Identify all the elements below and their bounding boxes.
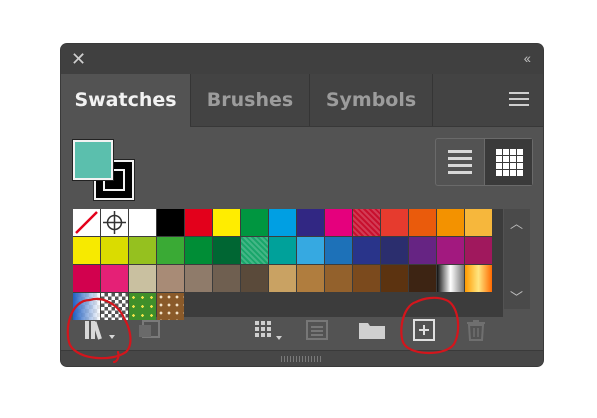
- swatch-color[interactable]: [73, 237, 100, 264]
- tab-symbols[interactable]: Symbols: [310, 74, 432, 126]
- swatch-color[interactable]: [325, 265, 352, 292]
- swatch-grid: [73, 209, 492, 320]
- swatch-color[interactable]: [213, 237, 240, 264]
- swatch-color[interactable]: [297, 265, 324, 292]
- fill-swatch[interactable]: [73, 140, 113, 180]
- chevron-up-icon[interactable]: ︿: [510, 213, 523, 232]
- new-swatch-icon[interactable]: [412, 319, 436, 341]
- swatch-color[interactable]: [157, 237, 184, 264]
- tab-brushes[interactable]: Brushes: [191, 74, 309, 126]
- swatch-color[interactable]: [269, 209, 296, 236]
- swatch-color[interactable]: [129, 265, 156, 292]
- swatch-color[interactable]: [325, 209, 352, 236]
- swatch-color[interactable]: [437, 209, 464, 236]
- swatch-color[interactable]: [409, 265, 436, 292]
- tab-bar: Swatches Brushes Symbols: [61, 74, 543, 127]
- swatch-none[interactable]: [73, 209, 100, 236]
- grid-view-icon: [496, 149, 523, 176]
- swatch-color[interactable]: [101, 265, 128, 292]
- swatch-color[interactable]: [297, 209, 324, 236]
- swatch-libraries-icon[interactable]: [83, 319, 119, 341]
- swatch-color[interactable]: [185, 237, 212, 264]
- swatch-color[interactable]: [213, 265, 240, 292]
- chevron-down-icon[interactable]: ﹀: [510, 287, 523, 306]
- swatch-color[interactable]: [297, 237, 324, 264]
- swatch-color[interactable]: [409, 237, 436, 264]
- grid-view-button[interactable]: [484, 139, 532, 185]
- swatch-color[interactable]: [101, 237, 128, 264]
- swatch-gradient-orange[interactable]: [465, 265, 492, 292]
- place-swatches-icon[interactable]: [137, 319, 163, 341]
- swatch-color[interactable]: [241, 209, 268, 236]
- collapse-panel-icon[interactable]: ‹‹: [524, 50, 531, 66]
- swatches-panel: ✕ ‹‹ Swatches Brushes Symbols ︿ ﹀: [61, 44, 543, 366]
- swatch-color[interactable]: [241, 265, 268, 292]
- swatch-color[interactable]: [325, 237, 352, 264]
- swatch-color[interactable]: [129, 237, 156, 264]
- show-swatch-kinds-icon[interactable]: [253, 319, 287, 341]
- swatch-color[interactable]: [213, 209, 240, 236]
- swatch-color[interactable]: [381, 237, 408, 264]
- tab-swatches[interactable]: Swatches: [61, 74, 190, 127]
- swatch-gradient-bw[interactable]: [437, 265, 464, 292]
- hamburger-menu-icon[interactable]: [509, 92, 529, 106]
- swatch-color[interactable]: [353, 265, 380, 292]
- swatch-color[interactable]: [269, 265, 296, 292]
- trash-icon[interactable]: [465, 319, 487, 341]
- swatch-pattern[interactable]: [241, 237, 268, 264]
- swatch-color[interactable]: [409, 209, 436, 236]
- swatch-color[interactable]: [465, 237, 492, 264]
- swatch-color[interactable]: [185, 265, 212, 292]
- swatch-color[interactable]: [269, 237, 296, 264]
- swatch-options-icon[interactable]: [305, 319, 331, 341]
- list-view-button[interactable]: [436, 139, 483, 185]
- swatch-grid-area: [73, 209, 503, 320]
- panel-titlebar: ✕ ‹‹: [61, 44, 543, 74]
- folder-icon[interactable]: [358, 319, 386, 341]
- swatch-color[interactable]: [381, 209, 408, 236]
- swatch-color[interactable]: [157, 209, 184, 236]
- swatch-color[interactable]: [465, 209, 492, 236]
- swatch-scrollbar[interactable]: ︿ ﹀: [504, 209, 530, 309]
- view-toggle: [435, 138, 533, 186]
- swatch-color[interactable]: [129, 209, 156, 236]
- swatch-color[interactable]: [353, 237, 380, 264]
- swatch-pattern[interactable]: [353, 209, 380, 236]
- swatch-color[interactable]: [437, 237, 464, 264]
- swatch-color[interactable]: [185, 209, 212, 236]
- swatch-color[interactable]: [381, 265, 408, 292]
- grip-icon: [281, 356, 321, 362]
- panel-resize-handle[interactable]: [61, 350, 543, 366]
- swatch-registration[interactable]: [101, 209, 128, 236]
- tab-divider: [432, 74, 433, 126]
- list-view-icon: [448, 150, 472, 178]
- swatch-color[interactable]: [73, 265, 100, 292]
- close-icon[interactable]: ✕: [71, 50, 86, 68]
- panel-toolbar: [61, 310, 543, 350]
- swatch-color[interactable]: [157, 265, 184, 292]
